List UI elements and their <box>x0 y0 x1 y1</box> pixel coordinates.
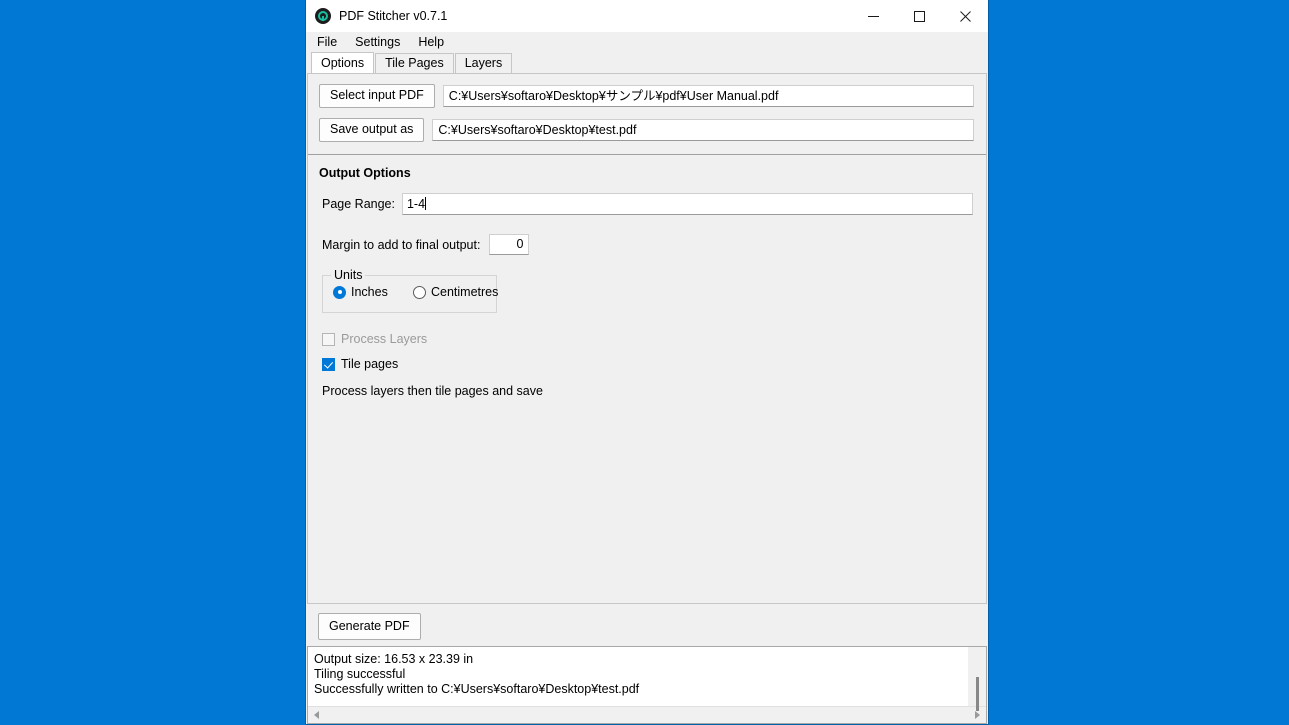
page-range-input[interactable]: 1-4 <box>401 193 973 215</box>
output-options-heading: Output Options <box>319 166 411 180</box>
radio-inches[interactable]: Inches <box>333 285 388 299</box>
log-horizontal-scrollbar[interactable] <box>308 706 986 723</box>
tab-strip: Options Tile Pages Layers <box>306 52 988 73</box>
save-output-as-button[interactable]: Save output as <box>319 118 425 142</box>
process-layers-checkbox-row[interactable]: Process Layers <box>308 332 986 346</box>
tile-pages-checkbox-row[interactable]: Tile pages <box>308 357 986 371</box>
radio-inches-label: Inches <box>351 285 388 299</box>
log-line: Output size: 16.53 x 23.39 in <box>314 652 474 666</box>
log-output-area: Output size: 16.53 x 23.39 in Tiling suc… <box>307 646 987 724</box>
scroll-right-icon[interactable] <box>973 711 982 720</box>
log-text[interactable]: Output size: 16.53 x 23.39 in Tiling suc… <box>308 647 968 706</box>
scroll-left-icon[interactable] <box>312 711 321 720</box>
workflow-hint-text: Process layers then tile pages and save <box>322 384 543 398</box>
process-layers-label: Process Layers <box>341 332 428 346</box>
process-layers-checkbox-icon <box>322 332 335 346</box>
log-inner: Output size: 16.53 x 23.39 in Tiling suc… <box>308 647 986 711</box>
menu-item-settings[interactable]: Settings <box>355 32 400 52</box>
menu-item-help[interactable]: Help <box>418 32 444 52</box>
log-vertical-scroll-thumb[interactable] <box>976 677 979 711</box>
radio-centimetres-label: Centimetres <box>431 285 499 299</box>
maximize-button[interactable] <box>896 0 942 32</box>
window-title: PDF Stitcher v0.7.1 <box>339 9 448 23</box>
units-groupbox: Units Inches Centimetres <box>322 268 498 313</box>
text-caret <box>425 197 427 210</box>
section-divider <box>308 154 986 155</box>
page-range-label: Page Range: <box>322 197 395 211</box>
input-pdf-row: Select input PDF C:¥Users¥softaro¥Deskto… <box>308 84 986 108</box>
radio-inches-icon <box>333 285 346 299</box>
output-pdf-path-field[interactable]: C:¥Users¥softaro¥Desktop¥test.pdf <box>432 119 974 141</box>
generate-pdf-button[interactable]: Generate PDF <box>318 613 421 640</box>
log-vertical-scrollbar[interactable] <box>968 647 986 711</box>
options-tab-panel: Select input PDF C:¥Users¥softaro¥Deskto… <box>307 73 987 604</box>
input-pdf-path-field[interactable]: C:¥Users¥softaro¥Desktop¥サンプル¥pdf¥User M… <box>442 85 974 107</box>
margin-label: Margin to add to final output: <box>322 237 481 252</box>
radio-centimetres[interactable]: Centimetres <box>413 285 498 299</box>
margin-row: Margin to add to final output: 0 <box>308 234 986 255</box>
log-line: Tiling successful <box>314 667 406 681</box>
tab-options[interactable]: Options <box>311 52 375 73</box>
margin-input[interactable]: 0 <box>489 234 530 255</box>
log-line: Successfully written to C:¥Users¥softaro… <box>314 682 640 696</box>
pdf-stitcher-app-icon <box>315 8 331 24</box>
title-bar: PDF Stitcher v0.7.1 <box>306 0 988 32</box>
radio-centimetres-icon <box>413 285 426 299</box>
window-controls <box>850 0 988 32</box>
tile-pages-checkbox-icon <box>322 357 335 371</box>
menu-bar: File Settings Help <box>306 32 988 52</box>
page-range-value: 1-4 <box>406 197 426 211</box>
action-bar: Generate PDF <box>306 604 988 640</box>
menu-item-file[interactable]: File <box>317 32 337 52</box>
close-button[interactable] <box>942 0 988 32</box>
tab-layers[interactable]: Layers <box>454 53 513 73</box>
minimize-button[interactable] <box>850 0 896 32</box>
application-window: PDF Stitcher v0.7.1 File Settings Help O… <box>305 0 989 725</box>
output-pdf-row: Save output as C:¥Users¥softaro¥Desktop¥… <box>308 118 986 142</box>
units-legend: Units <box>331 268 366 282</box>
tile-pages-label: Tile pages <box>341 357 399 371</box>
page-range-row: Page Range: 1-4 <box>308 193 986 215</box>
tab-tile-pages[interactable]: Tile Pages <box>375 53 454 73</box>
select-input-pdf-button[interactable]: Select input PDF <box>319 84 435 108</box>
